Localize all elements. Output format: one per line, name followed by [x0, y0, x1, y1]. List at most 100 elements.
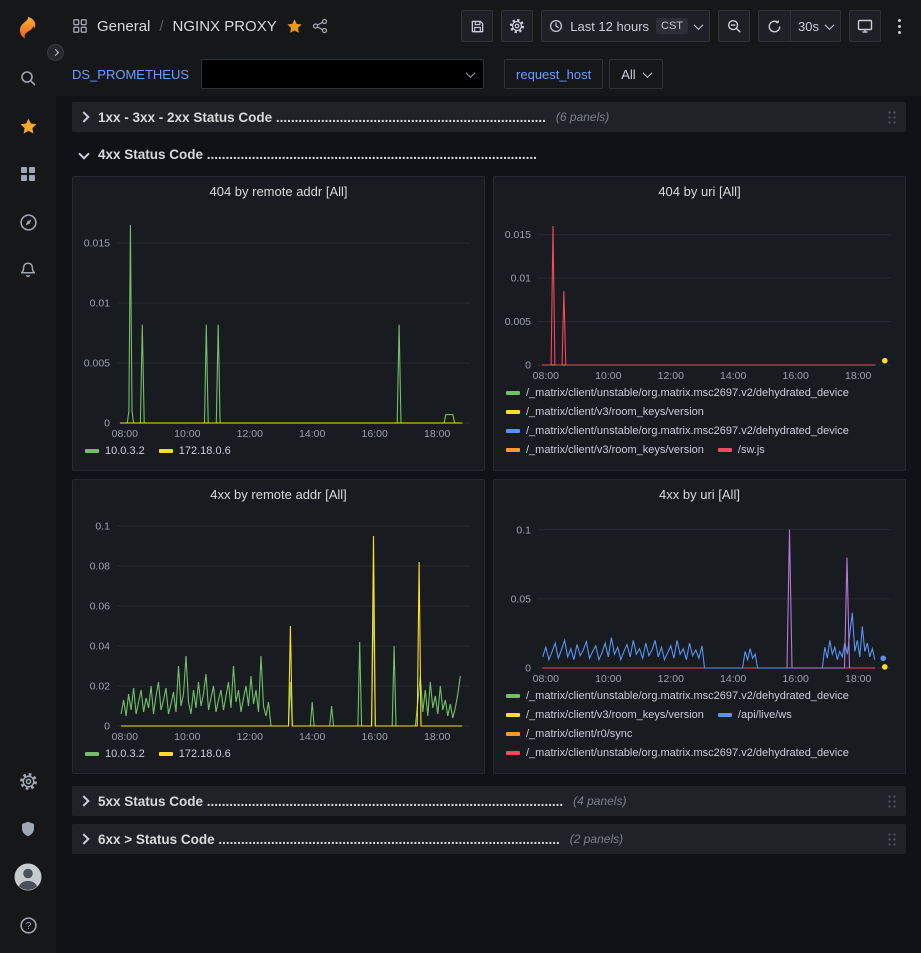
- svg-text:?: ?: [25, 920, 31, 931]
- panel-title[interactable]: 404 by uri [All]: [494, 177, 905, 205]
- legend-item[interactable]: 10.0.3.2: [85, 443, 145, 459]
- legend-item[interactable]: /api/live/ws: [718, 707, 792, 723]
- row-title: 6xx > Status Code ......................…: [98, 832, 560, 847]
- row-5xx-status-code[interactable]: 5xx Status Code ........................…: [72, 786, 906, 816]
- svg-text:0.02: 0.02: [90, 681, 111, 693]
- panel-title[interactable]: 4xx by uri [All]: [494, 480, 905, 508]
- navbar-actions: Last 12 hours CST 30s: [461, 10, 909, 42]
- tv-mode-button[interactable]: [849, 10, 881, 42]
- panel-title[interactable]: 404 by remote addr [All]: [73, 177, 484, 205]
- panel-4xx-by-remote-addr: 4xx by remote addr [All] 00.020.040.060.…: [72, 479, 485, 774]
- svg-text:0.01: 0.01: [90, 298, 111, 310]
- svg-text:18:00: 18:00: [424, 731, 450, 743]
- row-drag-handle[interactable]: [887, 110, 898, 125]
- legend-item[interactable]: 172.18.0.6: [159, 746, 231, 762]
- svg-text:12:00: 12:00: [658, 370, 684, 382]
- legend-label: /_matrix/client/v3/room_keys/version: [526, 442, 704, 458]
- svg-text:16:00: 16:00: [362, 428, 388, 440]
- legend-item[interactable]: /_matrix/client/unstable/org.matrix.msc2…: [506, 385, 849, 401]
- legend-label: 10.0.3.2: [105, 746, 145, 762]
- legend-swatch: [85, 449, 99, 453]
- time-range-picker[interactable]: Last 12 hours CST: [541, 10, 710, 42]
- save-dashboard-button[interactable]: [461, 10, 493, 42]
- row-panel-count: (4 panels): [573, 794, 626, 808]
- legend-item[interactable]: 172.18.0.6: [159, 443, 231, 459]
- server-settings-gear-icon[interactable]: [8, 761, 48, 801]
- legend-item[interactable]: /_matrix/client/unstable/org.matrix.msc2…: [506, 688, 849, 704]
- grafana-logo-icon[interactable]: [8, 10, 48, 50]
- svg-text:0: 0: [104, 418, 110, 430]
- zoom-out-icon: [726, 18, 742, 34]
- dashboard-settings-button[interactable]: [501, 10, 533, 42]
- row-1xx-3xx-2xx-status-code[interactable]: 1xx - 3xx - 2xx Status Code ............…: [72, 102, 906, 132]
- row-drag-handle[interactable]: [887, 794, 898, 809]
- variable-request-host-label[interactable]: request_host: [504, 59, 603, 89]
- svg-text:18:00: 18:00: [845, 673, 871, 685]
- panel-legend: /_matrix/client/unstable/org.matrix.msc2…: [494, 686, 905, 773]
- row-title: 5xx Status Code ........................…: [98, 794, 563, 809]
- admin-shield-icon[interactable]: [8, 809, 48, 849]
- legend-item[interactable]: /_matrix/client/unstable/org.matrix.msc2…: [506, 745, 849, 761]
- zoom-out-button[interactable]: [718, 10, 750, 42]
- legend-item[interactable]: /_matrix/client/v3/room_keys/version: [506, 707, 704, 723]
- row-drag-handle[interactable]: [887, 832, 898, 847]
- legend-label: 10.0.3.2: [105, 443, 145, 459]
- dashboard-title[interactable]: NGINX PROXY: [173, 18, 277, 35]
- time-series-chart[interactable]: 00.050.108:0010:0012:0014:0016:0018:00: [494, 508, 905, 686]
- breadcrumb-section[interactable]: General: [97, 18, 150, 35]
- variable-ds-select[interactable]: [201, 59, 484, 89]
- sidebar-expand-button[interactable]: [47, 44, 64, 61]
- panel-title[interactable]: 4xx by remote addr [All]: [73, 480, 484, 508]
- refresh-button[interactable]: [758, 10, 790, 42]
- svg-text:0.1: 0.1: [516, 524, 531, 536]
- kebab-menu-icon[interactable]: [889, 10, 909, 42]
- legend-swatch: [159, 449, 173, 453]
- chevron-down-icon: [694, 20, 704, 30]
- chevron-right-icon: [52, 49, 59, 56]
- legend-item[interactable]: /_matrix/client/v3/room_keys/version: [506, 404, 704, 420]
- svg-text:0: 0: [104, 721, 110, 733]
- panel-legend: 10.0.3.2 172.18.0.6: [73, 744, 484, 773]
- time-series-chart[interactable]: 00.0050.010.01508:0010:0012:0014:0016:00…: [494, 205, 905, 383]
- row-panel-count: (2 panels): [570, 832, 623, 846]
- legend-label: /_matrix/client/unstable/org.matrix.msc2…: [526, 745, 849, 761]
- variable-ds-label[interactable]: DS_PROMETHEUS: [72, 67, 189, 82]
- chevron-down-icon: [825, 20, 835, 30]
- legend-label: /api/live/ws: [738, 707, 792, 723]
- favorite-star-icon[interactable]: [286, 18, 303, 35]
- legend-item[interactable]: /sw.js: [718, 442, 765, 458]
- explore-compass-icon[interactable]: [8, 202, 48, 242]
- svg-text:14:00: 14:00: [720, 673, 746, 685]
- panel-legend: /_matrix/client/unstable/org.matrix.msc2…: [494, 383, 905, 470]
- share-icon[interactable]: [312, 18, 328, 34]
- search-icon[interactable]: [8, 58, 48, 98]
- legend-label: /_matrix/client/unstable/org.matrix.msc2…: [526, 423, 849, 439]
- legend-item[interactable]: 10.0.3.2: [85, 746, 145, 762]
- variable-request-host-value[interactable]: All: [609, 59, 662, 89]
- svg-text:08:00: 08:00: [112, 428, 138, 440]
- time-series-chart[interactable]: 00.020.040.060.080.108:0010:0012:0014:00…: [73, 508, 484, 744]
- chevron-right-icon: [78, 111, 89, 122]
- time-series-chart[interactable]: 00.0050.010.01508:0010:0012:0014:0016:00…: [73, 205, 484, 441]
- save-floppy-icon: [470, 19, 485, 34]
- row-6xx-status-code[interactable]: 6xx > Status Code ......................…: [72, 824, 906, 854]
- svg-text:10:00: 10:00: [174, 731, 200, 743]
- row-4xx-status-code[interactable]: 4xx Status Code ........................…: [72, 140, 906, 168]
- svg-text:14:00: 14:00: [720, 370, 746, 382]
- clock-icon: [549, 19, 563, 33]
- alerting-bell-icon[interactable]: [8, 250, 48, 290]
- help-icon[interactable]: ?: [8, 905, 48, 945]
- user-avatar[interactable]: [8, 857, 48, 897]
- legend-swatch: [506, 391, 520, 395]
- dashboards-grid-icon[interactable]: [8, 154, 48, 194]
- legend-swatch: [506, 429, 520, 433]
- legend-item[interactable]: /_matrix/client/r0/sync: [506, 726, 632, 742]
- refresh-interval-dropdown[interactable]: 30s: [790, 10, 841, 42]
- svg-text:18:00: 18:00: [424, 428, 450, 440]
- svg-text:0.015: 0.015: [505, 229, 531, 241]
- legend-item[interactable]: /_matrix/client/unstable/org.matrix.msc2…: [506, 423, 849, 439]
- legend-item[interactable]: /_matrix/client/v3/room_keys/version: [506, 442, 704, 458]
- breadcrumb-separator: /: [159, 18, 163, 35]
- starred-dashboards-icon[interactable]: [8, 106, 48, 146]
- refresh-group: 30s: [758, 10, 841, 42]
